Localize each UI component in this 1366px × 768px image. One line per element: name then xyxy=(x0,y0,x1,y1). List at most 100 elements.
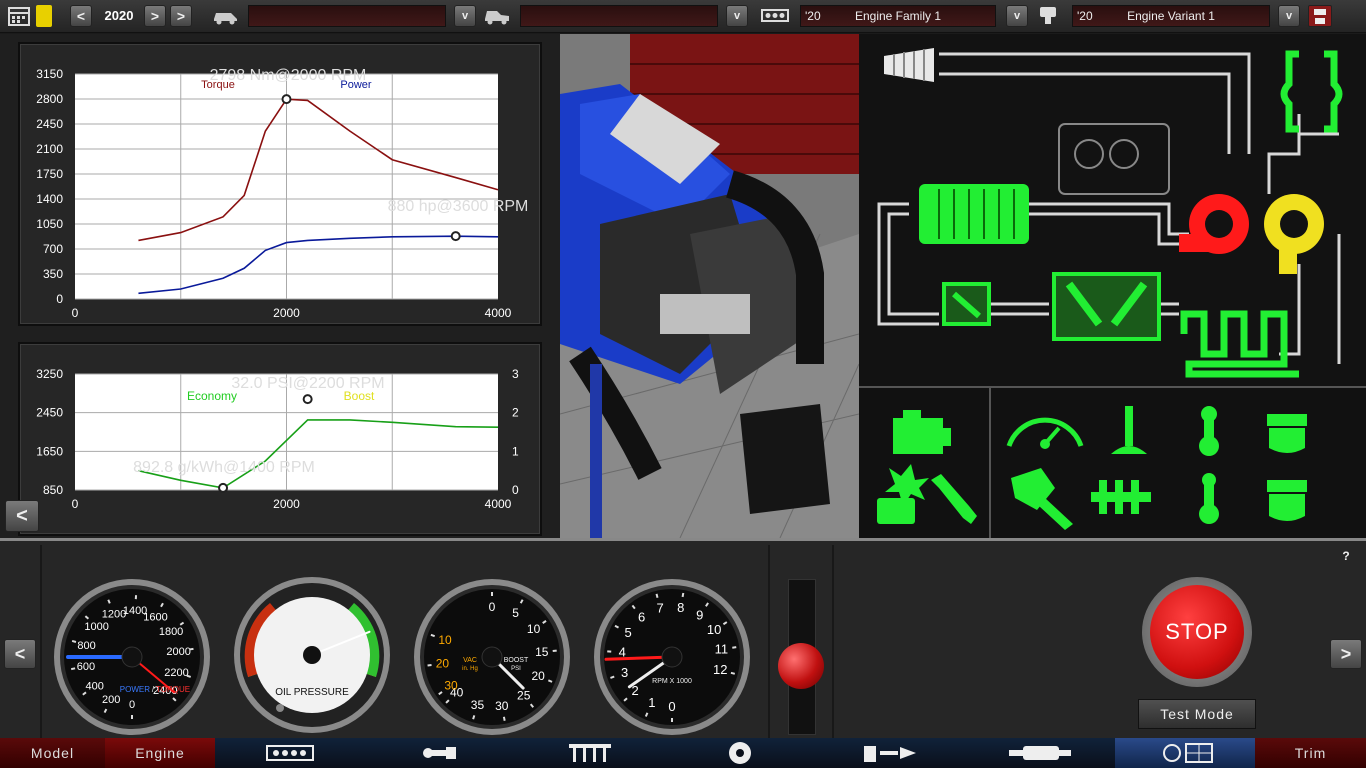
conrod-alt-icon[interactable] xyxy=(1199,473,1219,524)
year-next-fast-button[interactable]: > xyxy=(170,5,192,27)
engine-check-icon[interactable] xyxy=(893,410,951,454)
dyno-gauge-tick: 1000 xyxy=(84,621,108,633)
nav-tab-trim[interactable]: Trim xyxy=(1255,738,1366,768)
engine-service-icon[interactable] xyxy=(1011,468,1073,530)
nav-tab-top-end[interactable] xyxy=(515,738,665,768)
boost-gauge-tick: 20 xyxy=(532,669,546,683)
valve-icon[interactable] xyxy=(1111,406,1147,454)
peak-boost-marker xyxy=(302,394,313,405)
engine-variant-field[interactable]: '20 Engine Variant 1 xyxy=(1072,5,1270,27)
cylinder-head-icon xyxy=(1052,272,1161,341)
boost-gauge-tick: 35 xyxy=(471,698,485,712)
engine-family-dropdown-button[interactable]: v xyxy=(1006,5,1028,27)
boost-gauge-hub xyxy=(481,646,503,668)
y2-tick-label: 2 xyxy=(512,406,519,420)
oil-gauge-label: OIL PRESSURE xyxy=(275,687,349,698)
vac-unit: in. Hg xyxy=(462,666,478,672)
nav-tab-fuel[interactable] xyxy=(815,738,965,768)
charts-area: 0 350 700 1050 1400 1750 2100 2450 2800 3150 0 2000… xyxy=(0,34,560,538)
model-dropdown-button[interactable]: v xyxy=(454,5,476,27)
boost-gauge-tick-mark xyxy=(502,716,506,721)
spark-plug-icon[interactable] xyxy=(931,474,977,524)
nav-tab-aspiration[interactable] xyxy=(665,738,815,768)
vac-gauge-tick: 30 xyxy=(444,679,458,693)
dyno-gauge-tick: 1800 xyxy=(159,626,183,638)
y2-tick-label: 1 xyxy=(512,444,519,458)
nav-tab-engine[interactable]: Engine xyxy=(105,738,215,768)
test-mode-button[interactable]: Test Mode xyxy=(1138,699,1256,729)
dyno-gauge-tick-mark xyxy=(71,639,77,643)
stop-button[interactable]: STOP xyxy=(1150,585,1244,679)
engine-family-name: Engine Family 1 xyxy=(854,9,942,23)
conrod-icon[interactable] xyxy=(1199,406,1219,456)
tach-gauge-tick: 9 xyxy=(696,607,703,622)
top-toolbar: < 2020 > > v v '20 Engine Family 1 v '20… xyxy=(0,0,1366,33)
piston-icon-green[interactable] xyxy=(1267,480,1307,521)
torque-power-chart-panel: 0 350 700 1050 1400 1750 2100 2450 2800 3150 0 2000… xyxy=(18,42,542,326)
boost-gauge-tick: 25 xyxy=(517,689,531,703)
fuel-nav-icon xyxy=(864,746,916,762)
y-tick-label: 3150 xyxy=(36,67,63,81)
nav-tab-model[interactable]: Model xyxy=(0,738,105,768)
nav-tab-bottom-end[interactable] xyxy=(365,738,515,768)
dash-prev-button[interactable]: < xyxy=(4,639,36,669)
throttle-knob[interactable] xyxy=(778,643,824,689)
vac-gauge-tick-mark xyxy=(427,663,432,667)
turbo-nav-icon xyxy=(729,742,751,764)
icons-divider xyxy=(989,388,991,538)
x-tick-label: 2000 xyxy=(273,306,300,320)
calendar-icon[interactable] xyxy=(6,5,32,27)
dyno-gauge-tick-mark xyxy=(70,667,76,671)
y-tick-label: 2100 xyxy=(36,142,63,156)
oil-gauge-icon[interactable] xyxy=(1006,417,1084,449)
crankshaft-icon[interactable] xyxy=(1091,480,1151,514)
trim-dropdown-button[interactable]: v xyxy=(726,5,748,27)
conrod-nav-icon xyxy=(423,747,456,759)
year-next-button[interactable]: > xyxy=(144,5,166,27)
engine-render xyxy=(560,34,859,538)
save-icon[interactable] xyxy=(1308,5,1332,27)
year-prev-button[interactable]: < xyxy=(70,5,92,27)
peak-boost-label: 32.0 PSI@2200 RPM xyxy=(231,375,384,392)
trim-field[interactable] xyxy=(520,5,718,27)
help-button[interactable]: ? xyxy=(1338,549,1354,565)
tach-gauge-tick: 7 xyxy=(656,600,663,615)
y-tick-label: 0 xyxy=(56,292,63,306)
collapse-left-button[interactable]: < xyxy=(5,500,39,532)
boost-label: BOOST xyxy=(504,657,529,664)
engine-schematic-diagram xyxy=(859,34,1366,386)
tach-gauge-tick-mark xyxy=(732,646,737,649)
x-tick-label: 0 xyxy=(72,497,79,511)
tach-label: RPM X 1000 xyxy=(652,678,692,685)
engine-family-field[interactable]: '20 Engine Family 1 xyxy=(800,5,996,27)
y-tick-label: 2800 xyxy=(36,92,63,106)
boost-gauge-tick: 30 xyxy=(495,699,509,713)
engine-block-nav-icon xyxy=(266,745,314,761)
tach-gauge-tick: 10 xyxy=(707,622,721,637)
nav-tab-test[interactable] xyxy=(1115,738,1255,768)
tach-gauge-tick: 12 xyxy=(713,662,727,677)
bottom-navigation: Model Engine Trim xyxy=(0,738,1366,768)
engine-variant-dropdown-button[interactable]: v xyxy=(1278,5,1300,27)
nav-tab-exhaust[interactable] xyxy=(965,738,1115,768)
vac-gauge-tick: 20 xyxy=(436,657,450,671)
engine-parts-icon-panel xyxy=(859,386,1366,538)
piston-top-icon[interactable] xyxy=(1267,414,1307,453)
y-tick-label: 1400 xyxy=(36,192,63,206)
piston-icon xyxy=(1034,5,1062,27)
vac-gauge-tick-mark xyxy=(430,633,436,638)
engine-damage-icon[interactable] xyxy=(877,464,929,524)
exhaust-manifold-icon xyxy=(1180,310,1299,378)
tach-gauge-tick: 5 xyxy=(625,625,632,640)
y2-tick-label: 3 xyxy=(512,367,519,381)
boost-unit: PSI xyxy=(511,666,521,672)
year-lock-icon[interactable] xyxy=(36,5,52,27)
year-value: 2020 xyxy=(104,8,134,23)
nav-tab-block[interactable] xyxy=(215,738,365,768)
tach-gauge-tick: 11 xyxy=(715,641,729,656)
model-field[interactable] xyxy=(248,5,446,27)
engine-3d-view[interactable] xyxy=(560,34,859,538)
engine-block-icon xyxy=(760,5,790,27)
tach-gauge-tick-mark xyxy=(610,675,615,679)
dash-next-button[interactable]: > xyxy=(1330,639,1362,669)
